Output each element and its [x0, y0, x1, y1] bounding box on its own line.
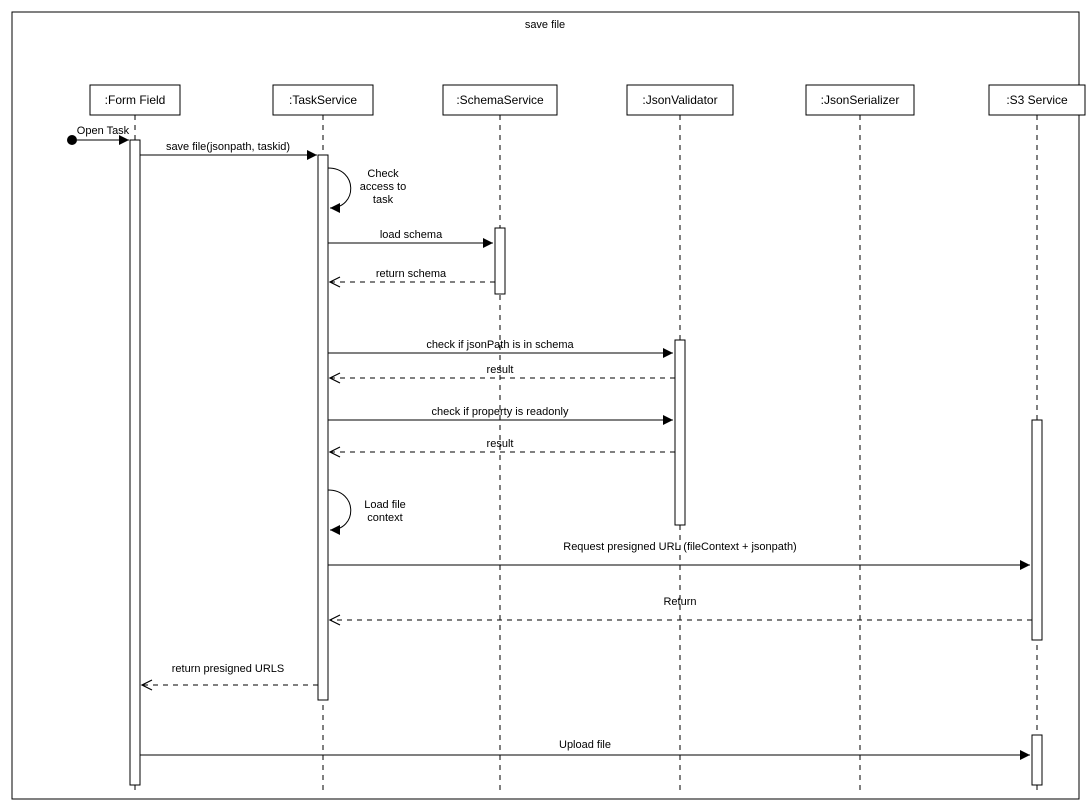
self-msg-check-access-label2: access to: [360, 181, 406, 193]
msg-result2-label: result: [487, 438, 514, 450]
msg-open-task-label: Open Task: [77, 125, 130, 137]
participant-form-field-label: :Form Field: [105, 93, 166, 107]
diagram-title: save file: [525, 19, 565, 31]
participant-json-validator-label: :JsonValidator: [642, 93, 717, 107]
self-msg-check-access-label1: Check: [367, 168, 399, 180]
msg-result1-label: result: [487, 364, 514, 376]
activation-json-validator: [675, 340, 685, 525]
activation-s3-1: [1032, 420, 1042, 640]
self-msg-load-file: [328, 490, 351, 530]
msg-return-urls-label: return presigned URLS: [172, 663, 285, 675]
msg-return-label: Return: [663, 596, 696, 608]
activation-schema-service: [495, 228, 505, 294]
msg-upload-file-label: Upload file: [559, 739, 611, 751]
found-message-start: [67, 135, 77, 145]
self-msg-check-access-label3: task: [373, 194, 394, 206]
participant-json-serializer-label: :JsonSerializer: [821, 93, 900, 107]
activation-form-field: [130, 140, 140, 785]
msg-load-schema-label: load schema: [380, 229, 443, 241]
msg-request-url-label: Request presigned URL (fileContext + jso…: [563, 541, 796, 553]
self-msg-load-file-label2: context: [367, 512, 402, 524]
self-msg-load-file-label1: Load file: [364, 499, 406, 511]
msg-check-readonly-label: check if property is readonly: [432, 406, 569, 418]
participant-task-service-label: :TaskService: [289, 93, 357, 107]
participant-schema-service-label: :SchemaService: [456, 93, 544, 107]
msg-save-file-label: save file(jsonpath, taskid): [166, 141, 290, 153]
activation-task-service: [318, 155, 328, 700]
sequence-diagram: save file :Form Field :TaskService :Sche…: [0, 0, 1091, 811]
self-msg-check-access: [328, 168, 351, 208]
activation-s3-2: [1032, 735, 1042, 785]
msg-return-schema-label: return schema: [376, 268, 447, 280]
msg-check-path-label: check if jsonPath is in schema: [426, 339, 574, 351]
participant-s3-service-label: :S3 Service: [1006, 93, 1068, 107]
